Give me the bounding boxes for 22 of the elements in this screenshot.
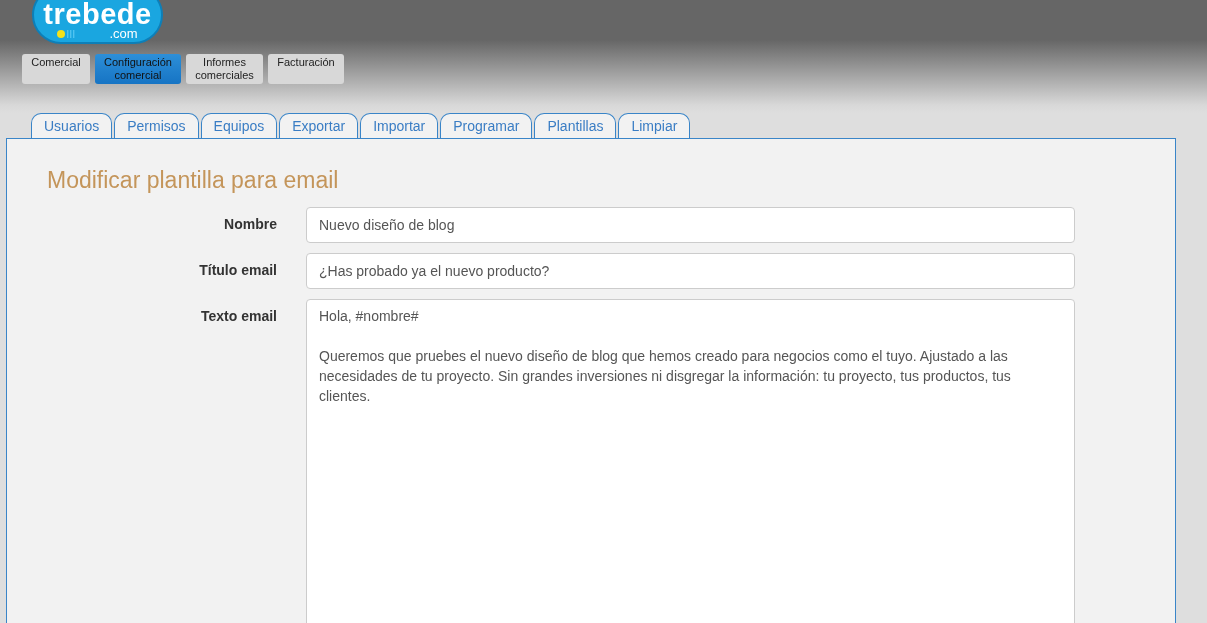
form-title: Modificar plantilla para email: [47, 167, 340, 194]
main-nav-button[interactable]: Facturación: [268, 54, 344, 84]
logo-domain: .com: [109, 26, 138, 41]
tab[interactable]: Limpiar: [618, 113, 691, 138]
tab[interactable]: Usuarios: [31, 113, 113, 138]
tab[interactable]: Programar: [440, 113, 533, 138]
main-nav-button[interactable]: Informes comerciales: [186, 54, 263, 84]
field-label: Nombre: [223, 215, 277, 232]
logo-text: trebede: [43, 0, 152, 29]
main-nav-button[interactable]: Configuración comercial: [95, 54, 181, 84]
text-field[interactable]: ¿Has probado ya el nuevo producto?: [306, 253, 1075, 289]
tab[interactable]: Permisos: [114, 113, 199, 138]
field-label: Texto email: [200, 307, 277, 324]
tab[interactable]: Importar: [360, 113, 439, 138]
tab[interactable]: Equipos: [200, 113, 278, 138]
field-label: Título email: [198, 261, 277, 278]
logo[interactable]: trebede .com: [32, 0, 163, 44]
tab[interactable]: Plantillas: [534, 113, 617, 138]
tab[interactable]: Exportar: [279, 113, 359, 138]
text-area[interactable]: Hola, #nombre# Queremos que pruebes el nuevo diseño de blog que hemos creado para negocios como el tuyo. Ajustado a las necesidades de tu proyecto. Sin grandes inversiones ni disgregar la información: tu proyecto, tus productos, tus clientes.: [306, 299, 1075, 623]
text-field[interactable]: Nuevo diseño de blog: [306, 207, 1075, 243]
main-nav-button[interactable]: Comercial: [22, 54, 90, 84]
